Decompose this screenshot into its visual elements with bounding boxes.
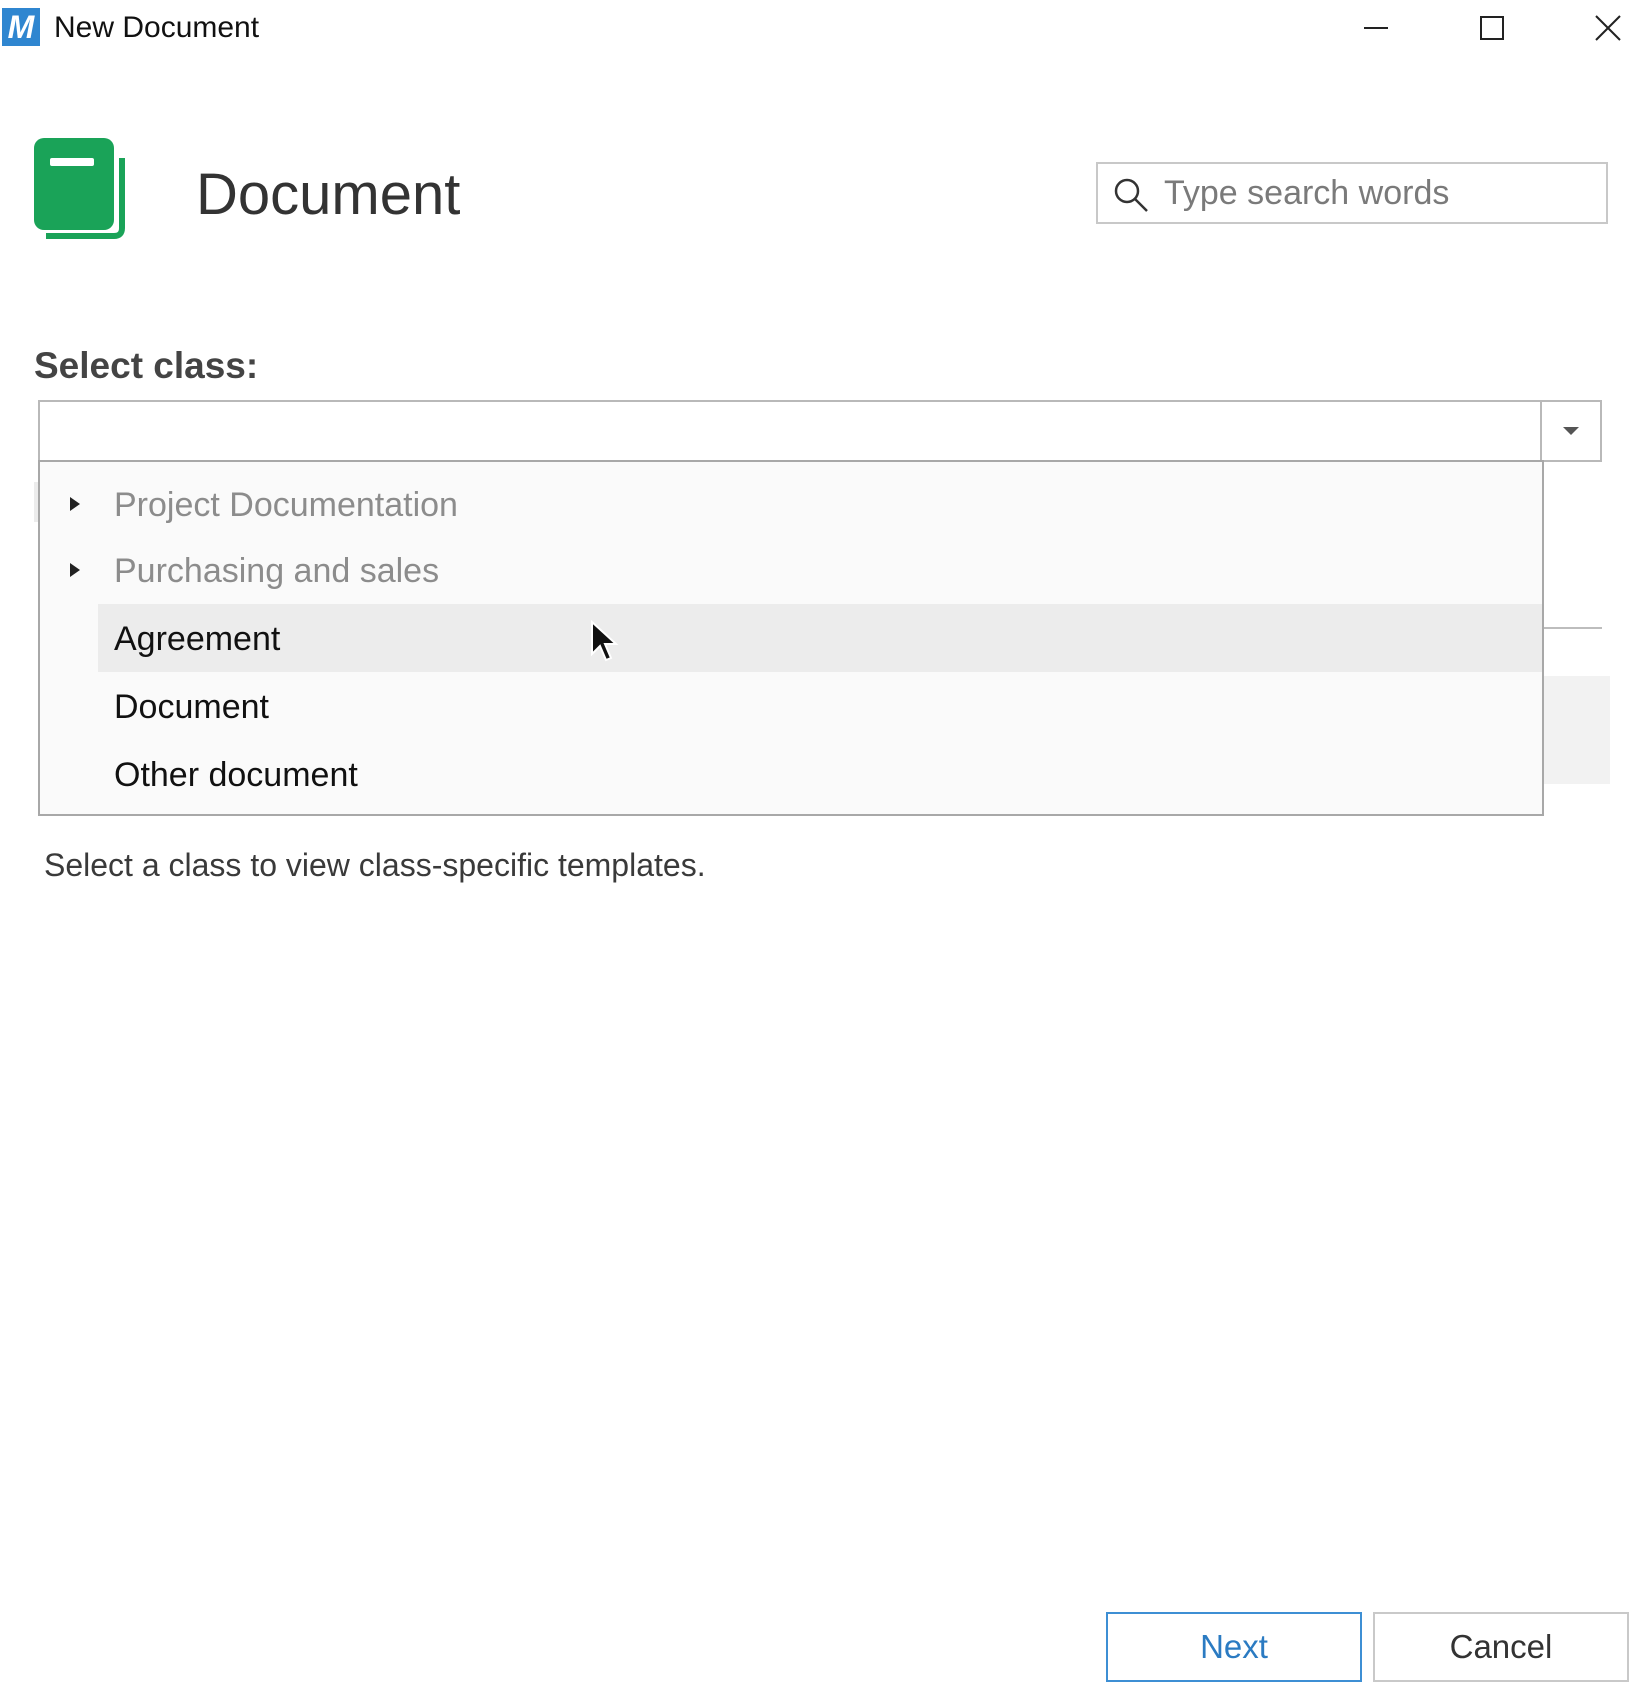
dropdown-item-label: Document	[114, 688, 269, 726]
window-title: New Document	[54, 11, 260, 44]
search-box[interactable]	[1096, 162, 1608, 224]
close-icon	[1595, 15, 1621, 41]
combobox-dropdown-button[interactable]	[1540, 400, 1602, 462]
search-icon	[1114, 178, 1148, 212]
help-text: Select a class to view class-specific te…	[44, 847, 706, 883]
dropdown-item-other-document[interactable]: Other document	[40, 740, 1542, 808]
dropdown-item-document[interactable]: Document	[40, 672, 1542, 740]
cancel-button[interactable]: Cancel	[1373, 1612, 1629, 1682]
document-book-icon	[32, 136, 128, 246]
dropdown-item-agreement[interactable]: Agreement	[98, 604, 1542, 672]
chevron-down-icon	[1563, 427, 1579, 435]
background-divider	[1540, 627, 1602, 629]
dropdown-item-project-documentation[interactable]: Project Documentation	[40, 470, 1542, 538]
dropdown-item-purchasing-and-sales[interactable]: Purchasing and sales	[40, 536, 1542, 604]
class-dropdown-list: Project Documentation Purchasing and sal…	[38, 460, 1544, 816]
dropdown-item-label: Agreement	[114, 620, 281, 658]
background-panel	[1540, 676, 1610, 784]
maximize-button[interactable]	[1462, 4, 1522, 52]
dropdown-item-label: Purchasing and sales	[114, 552, 440, 590]
select-class-label: Select class:	[34, 345, 259, 386]
app-logo-icon: M	[2, 8, 40, 46]
page-title: Document	[196, 162, 461, 227]
maximize-icon	[1480, 16, 1504, 40]
mouse-cursor-icon	[591, 620, 619, 662]
close-button[interactable]	[1578, 4, 1638, 52]
dropdown-item-label: Project Documentation	[114, 486, 458, 524]
expand-arrow-icon[interactable]	[68, 496, 82, 512]
dropdown-item-label: Other document	[114, 756, 358, 794]
class-combobox[interactable]	[38, 400, 1602, 462]
minimize-icon	[1364, 27, 1388, 29]
title-bar: M New Document	[0, 0, 1648, 56]
new-document-window: M New Document Document Type search word…	[0, 0, 1648, 1690]
next-button[interactable]: Next	[1106, 1612, 1362, 1682]
expand-arrow-icon[interactable]	[68, 562, 82, 578]
search-input[interactable]	[1164, 170, 1594, 216]
minimize-button[interactable]	[1346, 4, 1406, 52]
